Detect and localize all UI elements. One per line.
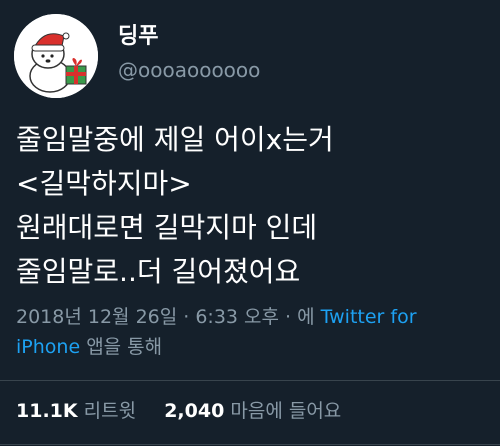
likes-label[interactable]: 마음에 들어요 <box>230 400 341 422</box>
tweet-line: <길막하지마> <box>16 167 192 200</box>
client-link-continued[interactable]: iPhone <box>16 336 80 358</box>
tweet-body: 줄임말중에 제일 어이x는거 <길막하지마> 원래대로면 길막지마 인데 줄임말… <box>16 118 486 294</box>
client-suffix: 앱을 통해 <box>86 336 163 358</box>
tweet-stats: 11.1K 리트윗 2,040 마음에 들어요 <box>16 398 341 424</box>
tweet-timestamp[interactable]: 2018년 12월 26일 · 6:33 오후 · 에 <box>16 306 315 328</box>
tweet-card: 딩푸 @oooaoooooo 줄임말중에 제일 어이x는거 <길막하지마> 원래… <box>0 0 500 446</box>
tweet-line: 줄임말로..더 길어졌어요 <box>16 255 301 288</box>
likes-count[interactable]: 2,040 <box>164 400 224 422</box>
divider <box>0 380 500 381</box>
tweet-line: 원래대로면 길막지마 인데 <box>16 211 318 244</box>
display-name[interactable]: 딩푸 <box>118 26 158 48</box>
polar-bear-santa-hat-avatar-icon <box>14 14 98 98</box>
avatar[interactable] <box>14 14 98 98</box>
retweets-count[interactable]: 11.1K <box>16 400 78 422</box>
tweet-line: 줄임말중에 제일 어이x는거 <box>16 123 334 156</box>
tweet-meta: 2018년 12월 26일 · 6:33 오후 · 에 Twitter for … <box>16 302 486 362</box>
user-handle[interactable]: @oooaoooooo <box>118 60 260 80</box>
client-link[interactable]: Twitter for <box>321 306 417 328</box>
retweets-label[interactable]: 리트윗 <box>84 400 136 422</box>
divider <box>0 444 500 445</box>
